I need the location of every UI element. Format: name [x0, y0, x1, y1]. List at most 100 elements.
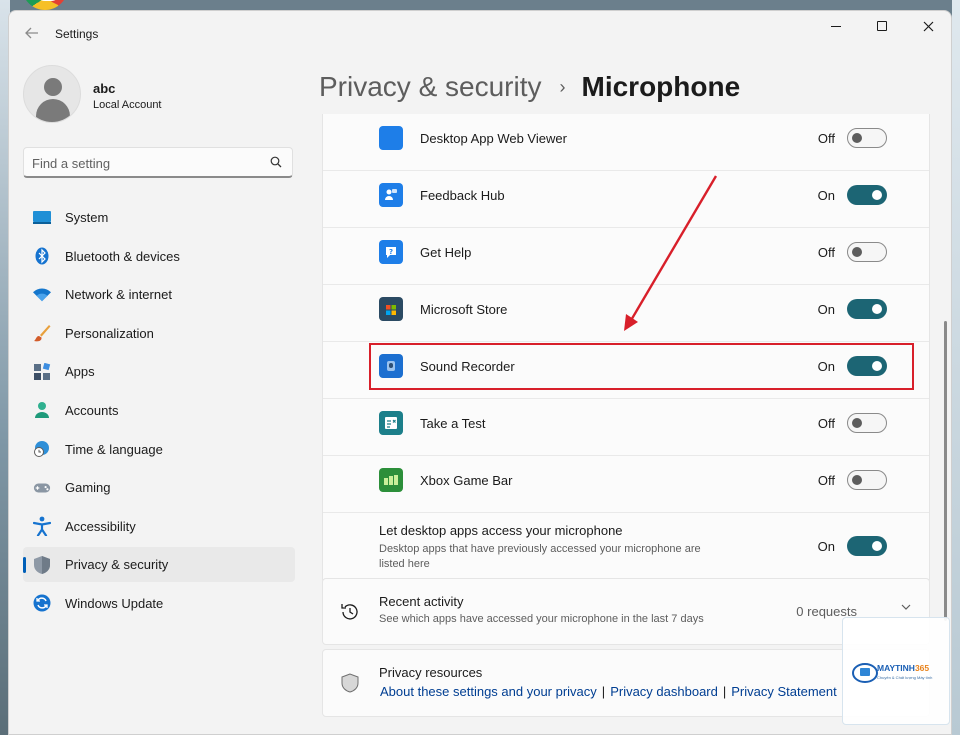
search-icon: [270, 156, 282, 168]
chrome-taskbar-icon[interactable]: [22, 0, 68, 10]
sidebar-item-label: System: [65, 210, 109, 225]
privacy-statement-link[interactable]: Privacy Statement: [731, 684, 837, 699]
sidebar-item-network[interactable]: Network & internet: [23, 277, 295, 312]
gamepad-icon: [33, 479, 51, 497]
sidebar-item-label: Gaming: [65, 480, 111, 496]
list-item: ? Get Help Off: [323, 228, 929, 285]
main-content: Desktop App Web Viewer Off Feedback Hub …: [322, 114, 930, 724]
link-separator: |: [601, 684, 606, 699]
highlight-box: [369, 343, 914, 390]
app-microphone-toggle[interactable]: [847, 242, 887, 262]
avatar-body: [36, 99, 70, 122]
breadcrumb: Privacy & security › Microphone: [319, 67, 740, 107]
settings-window: Settings abc Local Account System Blueto…: [8, 10, 952, 735]
list-item: Feedback Hub On: [323, 171, 929, 228]
list-item: Xbox Game Bar Off: [323, 456, 929, 513]
toggle-state-label: On: [817, 302, 835, 317]
breadcrumb-separator: ›: [559, 76, 566, 97]
desktop-access-description: Desktop apps that have previously access…: [379, 543, 701, 570]
app-name: Desktop App Web Viewer: [420, 131, 567, 146]
sidebar-item-accounts[interactable]: Accounts: [23, 393, 295, 428]
list-item: Desktop App Web Viewer Off: [323, 114, 929, 171]
brush-icon: [33, 324, 51, 342]
app-title: Settings: [55, 27, 99, 41]
about-settings-link[interactable]: About these settings and your privacy: [380, 684, 597, 699]
get-help-icon: ?: [379, 240, 403, 264]
list-item: Take a Test Off: [323, 399, 929, 456]
svg-text:Chuyên & Chất lượng Máy tính: Chuyên & Chất lượng Máy tính: [877, 675, 932, 680]
app-name: Microsoft Store: [420, 302, 508, 317]
desktop-apps-microphone-toggle[interactable]: [847, 536, 887, 556]
recent-activity-card[interactable]: Recent activity See which apps have acce…: [322, 578, 930, 645]
toggle-state-label: Off: [817, 473, 835, 488]
sidebar-item-privacy-security[interactable]: Privacy & security: [23, 547, 295, 583]
back-arrow-icon: [25, 27, 38, 39]
sidebar-item-label: Windows Update: [65, 595, 164, 611]
toggle-state-label: On: [817, 539, 835, 554]
wifi-icon: [33, 286, 51, 304]
sidebar-item-time-language[interactable]: Time & language: [23, 432, 295, 467]
account-type: Local Account: [93, 99, 162, 111]
back-button[interactable]: [21, 23, 43, 43]
app-microphone-toggle[interactable]: [847, 128, 887, 148]
sidebar-item-label: Accessibility: [65, 518, 136, 534]
avatar-head: [44, 78, 62, 96]
sidebar-item-label: Bluetooth & devices: [65, 248, 180, 264]
app-microphone-toggle[interactable]: [847, 413, 887, 433]
sidebar-item-windows-update[interactable]: Windows Update: [23, 586, 295, 621]
maximize-button[interactable]: [859, 11, 905, 41]
sidebar-item-apps[interactable]: Apps: [23, 354, 295, 389]
xbox-game-bar-icon: [379, 468, 403, 492]
minimize-button[interactable]: [813, 11, 859, 41]
search-input[interactable]: [32, 154, 262, 172]
toggle-state-label: Off: [817, 245, 835, 260]
desktop-apps-access-row: Let desktop apps access your microphone …: [323, 513, 929, 582]
avatar[interactable]: [23, 65, 81, 123]
maximize-icon: [877, 21, 887, 31]
history-icon: [341, 604, 358, 620]
sidebar-item-label: Privacy & security: [65, 557, 169, 573]
user-name: abc: [93, 81, 116, 96]
app-name: Take a Test: [420, 416, 486, 431]
app-microphone-toggle[interactable]: [847, 299, 887, 319]
feedback-hub-icon: [379, 183, 403, 207]
chevron-down-icon: [901, 604, 911, 610]
bluetooth-icon: [33, 247, 51, 265]
app-name: Xbox Game Bar: [420, 473, 513, 488]
privacy-dashboard-link[interactable]: Privacy dashboard: [610, 684, 718, 699]
close-icon: [923, 21, 933, 31]
sidebar-item-personalization[interactable]: Personalization: [23, 316, 295, 351]
take-a-test-icon: [379, 411, 403, 435]
shield-outline-icon: [341, 673, 359, 693]
minimize-icon: [831, 25, 841, 27]
privacy-resources-title: Privacy resources: [379, 665, 483, 680]
toggle-state-label: Off: [817, 131, 835, 146]
app-microphone-toggle[interactable]: [847, 470, 887, 490]
system-icon: [33, 209, 51, 227]
sidebar-item-system[interactable]: System: [23, 200, 295, 235]
page-title: Microphone: [581, 71, 741, 102]
sidebar-item-gaming[interactable]: Gaming: [23, 470, 295, 505]
svg-text:?: ?: [389, 248, 393, 256]
sidebar-item-bluetooth[interactable]: Bluetooth & devices: [23, 239, 295, 274]
close-button[interactable]: [905, 11, 951, 41]
app-microphone-toggle[interactable]: [847, 185, 887, 205]
list-item: Microsoft Store On: [323, 285, 929, 342]
link-separator: |: [722, 684, 727, 699]
recent-activity-description: See which apps have accessed your microp…: [379, 613, 704, 625]
app-name: Get Help: [420, 245, 472, 260]
update-icon: [33, 594, 51, 612]
sidebar-item-accessibility[interactable]: Accessibility: [23, 509, 295, 544]
scrollbar[interactable]: [944, 321, 947, 621]
title-bar: Settings: [9, 11, 951, 55]
breadcrumb-parent[interactable]: Privacy & security: [319, 71, 542, 103]
desktop-access-title: Let desktop apps access your microphone: [379, 523, 623, 538]
sidebar-nav: System Bluetooth & devices Network & int…: [23, 200, 295, 625]
sidebar-item-label: Personalization: [65, 325, 154, 341]
svg-text:MAYTINH365: MAYTINH365: [877, 663, 929, 673]
apps-icon: [33, 362, 51, 381]
globe-clock-icon: [33, 440, 51, 458]
maytinh365-logo: MAYTINH365 Chuyên & Chất lượng Máy tính: [852, 663, 932, 683]
search-box[interactable]: [23, 147, 293, 178]
desktop-background-right: [952, 0, 960, 735]
